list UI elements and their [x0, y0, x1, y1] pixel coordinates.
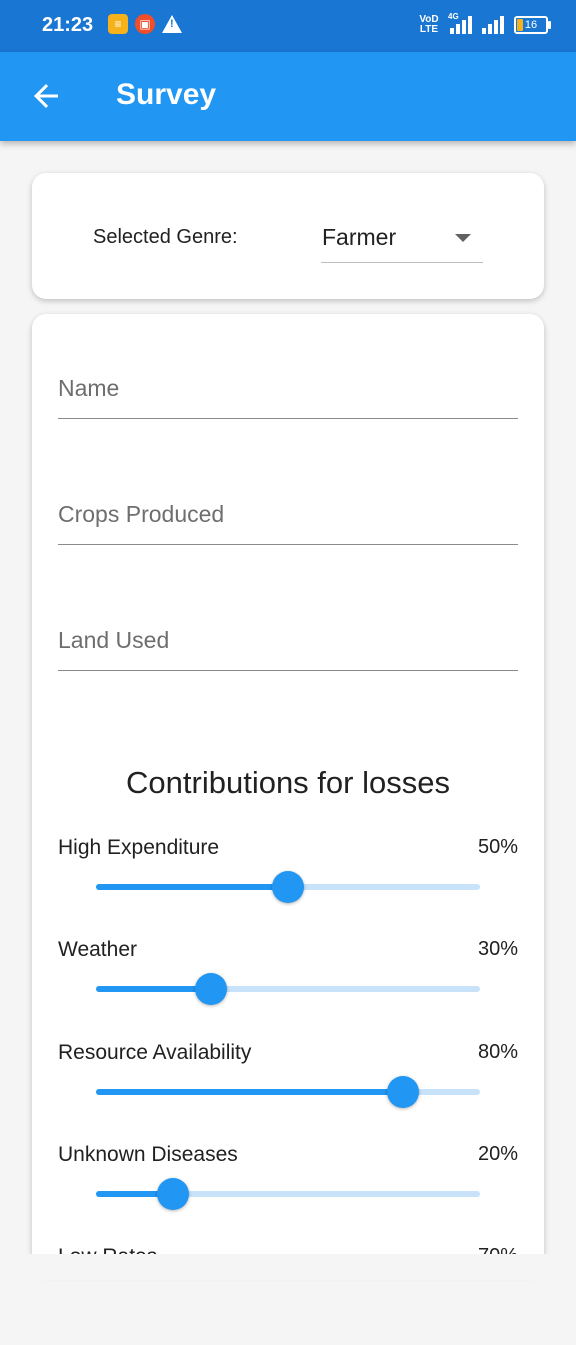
slider-fill — [96, 1089, 404, 1095]
slider-label: Unknown Diseases — [58, 1143, 238, 1166]
battery-icon: 16 — [514, 16, 551, 34]
slider-value: 50% — [477, 836, 518, 858]
slider-thumb[interactable] — [387, 1076, 420, 1108]
slider-fill — [96, 884, 288, 890]
slider-row-high-expenditure: High Expenditure 50% — [32, 836, 544, 936]
survey-form-card: Contributions for losses High Expenditur… — [32, 314, 544, 1274]
unknown-diseases-slider[interactable] — [96, 1178, 480, 1210]
slider-label: High Expenditure — [58, 836, 220, 859]
network-label: VoD LTE — [419, 14, 439, 35]
notes-icon: ≡ — [108, 14, 128, 34]
status-bar: 21:23 ≡ ▣ ! VoD LTE 4G 16 — [0, 0, 576, 52]
genre-dropdown[interactable]: Farmer — [321, 217, 483, 263]
slider-fill — [96, 986, 212, 992]
battery-level: 16 — [524, 19, 538, 31]
shopping-bag-icon: ▣ — [135, 14, 155, 34]
land-used-field[interactable] — [58, 602, 518, 674]
slider-row-unknown-diseases: Unknown Diseases 20% — [32, 1143, 544, 1243]
high-expenditure-slider[interactable] — [96, 871, 480, 903]
genre-card: Selected Genre: Farmer — [32, 173, 544, 299]
status-time: 21:23 — [42, 14, 94, 36]
land-used-input[interactable] — [58, 602, 518, 674]
network-type: 4G — [448, 12, 459, 21]
back-button[interactable] — [28, 78, 64, 114]
slider-value: 20% — [477, 1143, 518, 1165]
name-input[interactable] — [58, 350, 518, 422]
slider-thumb[interactable] — [195, 973, 228, 1005]
app-bar: Survey — [0, 52, 576, 141]
slider-value: 30% — [477, 938, 518, 960]
dropdown-arrow-icon — [455, 234, 471, 242]
slider-thumb[interactable] — [272, 871, 304, 903]
slider-label: Resource Availability — [58, 1041, 252, 1064]
bottom-background — [0, 1254, 576, 1280]
section-title: Contributions for losses — [126, 765, 450, 800]
slider-label: Weather — [58, 938, 137, 961]
slider-row-weather: Weather 30% — [32, 938, 544, 1038]
genre-label: Selected Genre: — [93, 226, 238, 248]
slider-row-resource-availability: Resource Availability 80% — [32, 1041, 544, 1141]
slider-value: 80% — [477, 1041, 518, 1063]
notification-icons: ≡ ▣ ! — [108, 14, 182, 34]
resource-availability-slider[interactable] — [96, 1076, 480, 1108]
status-right: VoD LTE 4G 16 — [418, 12, 551, 35]
genre-selected-value: Farmer — [322, 224, 397, 250]
name-field[interactable] — [58, 350, 518, 422]
crops-produced-input[interactable] — [58, 476, 518, 548]
slider-thumb[interactable] — [156, 1178, 189, 1210]
arrow-back-icon — [34, 84, 58, 108]
signal-icon-2 — [482, 16, 504, 34]
crops-produced-field[interactable] — [58, 476, 518, 548]
warning-icon: ! — [162, 15, 182, 33]
weather-slider[interactable] — [96, 973, 480, 1005]
page-title: Survey — [116, 78, 217, 111]
